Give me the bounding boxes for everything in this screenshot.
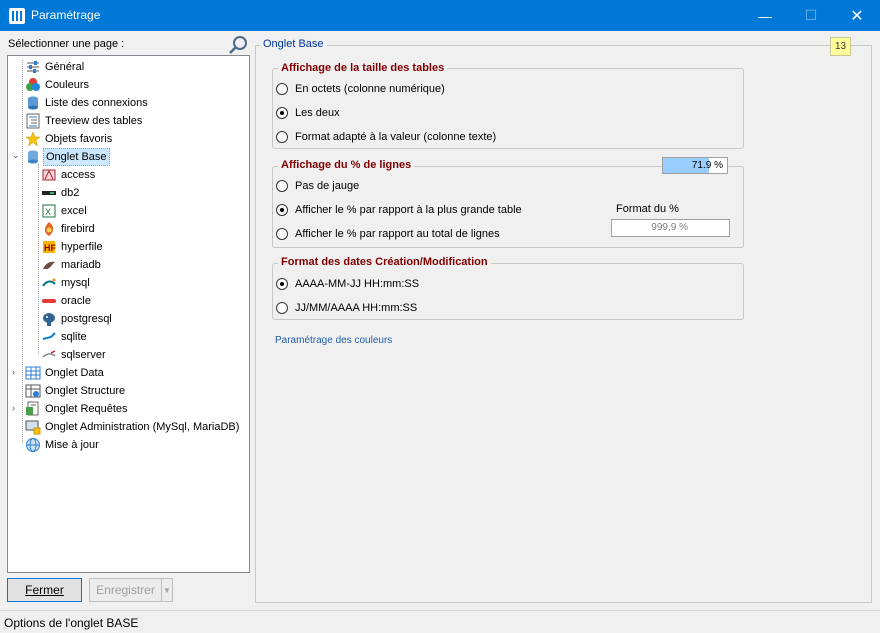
radio-label: Afficher le % par rapport au total de li… [295,228,500,240]
save-button[interactable]: Enregistrer [89,578,161,602]
query-icon [26,401,39,416]
radio-label: Afficher le % par rapport à la plus gran… [295,204,522,216]
tree-label: Onglet Base [43,148,110,166]
color-circles-icon [26,78,40,91]
radio-label: AAAA-MM-JJ HH:mm:SS [295,278,420,290]
search-icon[interactable] [228,35,248,55]
group-title: Affichage de la taille des tables [278,62,448,74]
radio-button[interactable] [276,83,288,95]
radio-button[interactable] [276,180,288,192]
firebird-icon [44,222,54,236]
status-text: Options de l'onglet BASE [4,616,139,630]
group-title: Format des dates Création/Modification [278,256,491,268]
tree-label: sqlserver [61,349,106,361]
postgresql-icon [43,313,55,326]
tree-label: postgresql [61,313,112,325]
chevron-down-icon: ▼ [163,585,171,595]
mysql-icon [42,278,56,287]
radio-button[interactable] [276,204,288,216]
page-select-label: Sélectionner une page : [8,38,125,50]
maximize-button[interactable]: ☐ [788,0,834,31]
colors-settings-link[interactable]: Paramétrage des couleurs [275,335,392,346]
close-button-label: Fermer [25,583,64,597]
grid-icon [25,366,41,380]
radio-label: Pas de jauge [295,180,360,192]
structure-icon [25,384,41,398]
svg-text:HF: HF [44,243,56,253]
tree-label: Liste des connexions [45,97,148,109]
treeview-icon [26,113,40,129]
radio-button[interactable] [276,107,288,119]
chevron-down-icon[interactable]: ⌄ [12,151,20,160]
radio-button[interactable] [276,228,288,240]
save-dropdown-button[interactable]: ▼ [161,578,173,602]
hyperfile-icon: HF [43,241,56,253]
radio-label: Les deux [295,107,340,119]
sqlite-icon [42,332,56,340]
database-icon [28,150,38,164]
mariadb-icon [43,261,55,269]
radio-button[interactable] [276,278,288,290]
globe-icon [26,438,40,452]
tree-label: Onglet Structure [45,385,126,397]
excel-icon: X [42,204,56,218]
title-bar: Paramétrage — ☐ ✕ [0,0,880,31]
radio-label: JJ/MM/AAAA HH:mm:SS [295,302,418,314]
radio-label: En octets (colonne numérique) [295,83,445,95]
tree-label: Général [45,61,85,73]
window-title: Paramétrage [31,8,101,22]
minimize-button[interactable]: — [742,0,788,31]
svg-text:X: X [45,207,51,217]
access-icon [42,169,56,181]
star-icon [25,131,41,147]
sqlserver-icon [42,350,56,358]
tree-label: access [61,169,96,181]
admin-icon [25,420,41,435]
database-icon [28,96,38,110]
tree-label: hyperfile [61,241,103,253]
tree-label: db2 [61,187,80,199]
tree-label: sqlite [61,331,87,343]
tree-label: Mise à jour [45,439,99,451]
tree-label: Onglet Data [45,367,104,379]
tree-label: mysql [61,277,90,289]
oracle-icon [42,299,56,303]
tree-label: oracle [61,295,91,307]
page-tree[interactable]: Général Couleurs Liste des connexions Tr… [7,55,250,573]
main-title: Onglet Base [260,38,327,50]
tree-label: Treeview des tables [45,115,143,127]
group-title: Affichage du % de lignes [278,159,415,171]
sliders-icon [27,61,39,73]
tree-label: excel [61,205,87,217]
format-percent-input[interactable]: 999,9 % [611,219,730,237]
tree-label: firebird [61,223,95,235]
db2-icon [42,191,56,195]
chevron-right-icon[interactable]: › [12,404,20,413]
tree-label: Couleurs [45,79,90,91]
tree-label: mariadb [61,259,101,271]
chevron-right-icon[interactable]: › [12,368,20,377]
status-bar: Options de l'onglet BASE [0,610,880,633]
count-badge: 13 [830,37,851,56]
radio-button[interactable] [276,131,288,143]
radio-button[interactable] [276,302,288,314]
format-percent-label: Format du % [616,203,679,215]
tree-label: Onglet Requêtes [45,403,128,415]
radio-label: Format adapté à la valeur (colonne texte… [295,131,497,143]
close-window-button[interactable]: ✕ [834,0,880,31]
gauge-text: 71.9 % [691,160,723,171]
tree-label: Onglet Administration (MySql, MariaDB) [45,421,240,433]
app-icon [9,8,25,24]
tree-label: Objets favoris [45,133,113,145]
close-button[interactable]: Fermer [7,578,82,602]
percent-gauge: 71.9 % [662,157,728,174]
